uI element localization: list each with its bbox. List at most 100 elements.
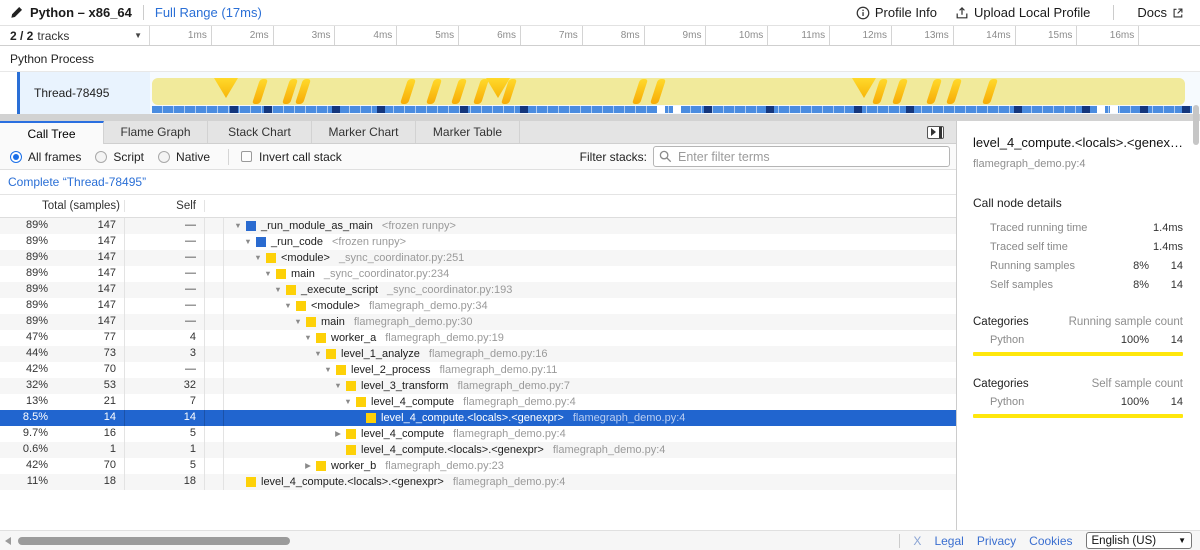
expander-icon[interactable]: ▶ — [332, 426, 344, 442]
complete-thread-link[interactable]: Complete “Thread-78495” — [8, 175, 146, 189]
marker-slash-icon[interactable] — [650, 79, 666, 104]
radio-all-frames[interactable]: All frames — [10, 150, 81, 164]
expander-icon[interactable]: ▼ — [312, 346, 324, 362]
table-row[interactable]: 89%147 — ▼ <module> _sync_coordinator.py… — [0, 250, 956, 266]
language-select[interactable]: English (US) ▼ — [1086, 532, 1192, 549]
expander-icon[interactable]: ▼ — [302, 330, 314, 346]
marker-slash-icon[interactable] — [926, 79, 942, 104]
tab-call-tree[interactable]: Call Tree — [0, 121, 104, 144]
tab-stack-chart[interactable]: Stack Chart — [208, 121, 312, 143]
expander-icon[interactable]: ▼ — [272, 282, 284, 298]
tab-marker-chart[interactable]: Marker Chart — [312, 121, 416, 143]
upload-profile-button[interactable]: Upload Local Profile — [949, 3, 1096, 22]
marker-slash-icon[interactable] — [946, 79, 962, 104]
function-name: worker_b — [331, 459, 376, 474]
footer-link-x[interactable]: X — [913, 534, 921, 548]
table-row[interactable]: 13%21 7 ▼ level_4_compute flamegraph_dem… — [0, 394, 956, 410]
table-row[interactable]: 11%18 18 level_4_compute.<locals>.<genex… — [0, 474, 956, 490]
edit-pencil-icon[interactable] — [10, 6, 23, 19]
table-row[interactable]: 89%147 — ▼ _run_code <frozen runpy> — [0, 234, 956, 250]
timeline-ruler[interactable]: 2 / 2 tracks ▼ 1ms2ms3ms4ms5ms6ms7ms8ms9… — [0, 26, 1200, 46]
marker-slash-icon[interactable] — [252, 79, 268, 104]
call-tree-header: Total (samples) Self — [0, 194, 956, 218]
function-name: level_2_process — [351, 363, 431, 378]
table-row[interactable]: 42%70 — ▼ level_2_process flamegraph_dem… — [0, 362, 956, 378]
category-row: Python100%14 — [973, 390, 1183, 410]
expander-icon[interactable]: ▼ — [242, 234, 254, 250]
table-row[interactable]: 9.7%16 5 ▶ level_4_compute flamegraph_de… — [0, 426, 956, 442]
sidebar-toggle-button[interactable] — [927, 126, 944, 139]
selected-node-file: flamegraph_demo.py:4 — [973, 158, 1183, 170]
table-row[interactable]: 89%147 — ▼ main _sync_coordinator.py:234 — [0, 266, 956, 282]
footer-link-cookies[interactable]: Cookies — [1029, 534, 1072, 548]
expander-icon[interactable]: ▼ — [232, 218, 244, 234]
source-location: flamegraph_demo.py:30 — [354, 315, 473, 330]
activity-graph[interactable] — [152, 78, 1185, 105]
scroll-left-arrow-icon[interactable] — [5, 537, 11, 545]
tracks-dropdown[interactable]: 2 / 2 tracks ▼ — [0, 26, 150, 45]
marker-slash-icon[interactable] — [632, 79, 648, 104]
marker-slash-icon[interactable] — [400, 79, 416, 104]
total-samples: 147 — [48, 234, 124, 250]
marker-triangle-icon[interactable] — [214, 78, 238, 98]
function-name: level_1_analyze — [341, 347, 420, 362]
source-location: flamegraph_demo.py:4 — [453, 475, 566, 490]
tab-flame-graph[interactable]: Flame Graph — [104, 121, 208, 143]
marker-slash-icon[interactable] — [982, 79, 998, 104]
app-footer: X Legal Privacy Cookies English (US) ▼ — [0, 530, 1200, 550]
process-track-row[interactable]: Python Process — [0, 46, 1200, 72]
marker-slash-icon[interactable] — [473, 79, 489, 104]
function-name: <module> — [281, 251, 330, 266]
expander-icon[interactable]: ▼ — [282, 298, 294, 314]
marker-slash-icon[interactable] — [872, 79, 888, 104]
sample-strip[interactable] — [152, 106, 1192, 113]
sample-count-heading: Self sample count — [1092, 378, 1183, 390]
marker-slash-icon[interactable] — [892, 79, 908, 104]
expander-icon[interactable]: ▼ — [342, 394, 354, 410]
expander-icon[interactable]: ▼ — [262, 266, 274, 282]
marker-slash-icon[interactable] — [451, 79, 467, 104]
radio-script[interactable]: Script — [95, 150, 144, 164]
time-tick: 16ms — [1077, 26, 1139, 45]
table-row[interactable]: 44%73 3 ▼ level_1_analyze flamegraph_dem… — [0, 346, 956, 362]
table-row[interactable]: 89%147 — ▼ main flamegraph_demo.py:30 — [0, 314, 956, 330]
table-row[interactable]: 32%53 32 ▼ level_3_transform flamegraph_… — [0, 378, 956, 394]
column-self-header[interactable]: Self — [125, 200, 205, 212]
table-row[interactable]: 8.5%14 14 level_4_compute.<locals>.<gene… — [0, 410, 956, 426]
checkbox-icon — [241, 151, 252, 162]
horizontal-scrollbar-thumb[interactable] — [18, 537, 290, 545]
expander-icon[interactable]: ▶ — [302, 458, 314, 474]
table-row[interactable]: 89%147 — ▼ _execute_script _sync_coordin… — [0, 282, 956, 298]
thread-track-canvas[interactable] — [150, 72, 1200, 114]
table-row[interactable]: 42%70 5 ▶ worker_b flamegraph_demo.py:23 — [0, 458, 956, 474]
footer-link-legal[interactable]: Legal — [934, 534, 963, 548]
invert-call-stack-checkbox[interactable]: Invert call stack — [241, 150, 342, 164]
sample-segment-dark — [1140, 106, 1148, 113]
self-samples: — — [125, 250, 205, 266]
vertical-scrollbar-thumb[interactable] — [1193, 105, 1199, 145]
time-tick: 13ms — [892, 26, 954, 45]
profile-info-button[interactable]: Profile Info — [850, 3, 943, 22]
footer-link-privacy[interactable]: Privacy — [977, 534, 1016, 548]
thread-label[interactable]: Thread-78495 — [20, 72, 150, 114]
expander-icon[interactable]: ▼ — [322, 362, 334, 378]
table-row[interactable]: 47%77 4 ▼ worker_a flamegraph_demo.py:19 — [0, 330, 956, 346]
category-square-icon — [366, 413, 376, 423]
table-row[interactable]: 89%147 — ▼ _run_module_as_main <frozen r… — [0, 218, 956, 234]
full-range-link[interactable]: Full Range (17ms) — [155, 5, 262, 20]
thread-track-row[interactable]: Thread-78495 — [0, 72, 1200, 114]
table-row[interactable]: 89%147 — ▼ <module> flamegraph_demo.py:3… — [0, 298, 956, 314]
expander-icon[interactable]: ▼ — [332, 378, 344, 394]
table-row[interactable]: 0.6%1 1 level_4_compute.<locals>.<genexp… — [0, 442, 956, 458]
marker-slash-icon[interactable] — [426, 79, 442, 104]
marker-triangle-icon[interactable] — [852, 78, 876, 98]
expander-icon[interactable]: ▼ — [252, 250, 264, 266]
radio-native[interactable]: Native — [158, 150, 210, 164]
total-samples: 147 — [48, 282, 124, 298]
docs-button[interactable]: Docs — [1131, 3, 1190, 22]
expander-icon[interactable]: ▼ — [292, 314, 304, 330]
marker-slash-icon[interactable] — [295, 79, 311, 104]
filter-stacks-input[interactable] — [653, 146, 950, 167]
tab-marker-table[interactable]: Marker Table — [416, 121, 520, 143]
column-total-header[interactable]: Total (samples) — [0, 200, 125, 212]
